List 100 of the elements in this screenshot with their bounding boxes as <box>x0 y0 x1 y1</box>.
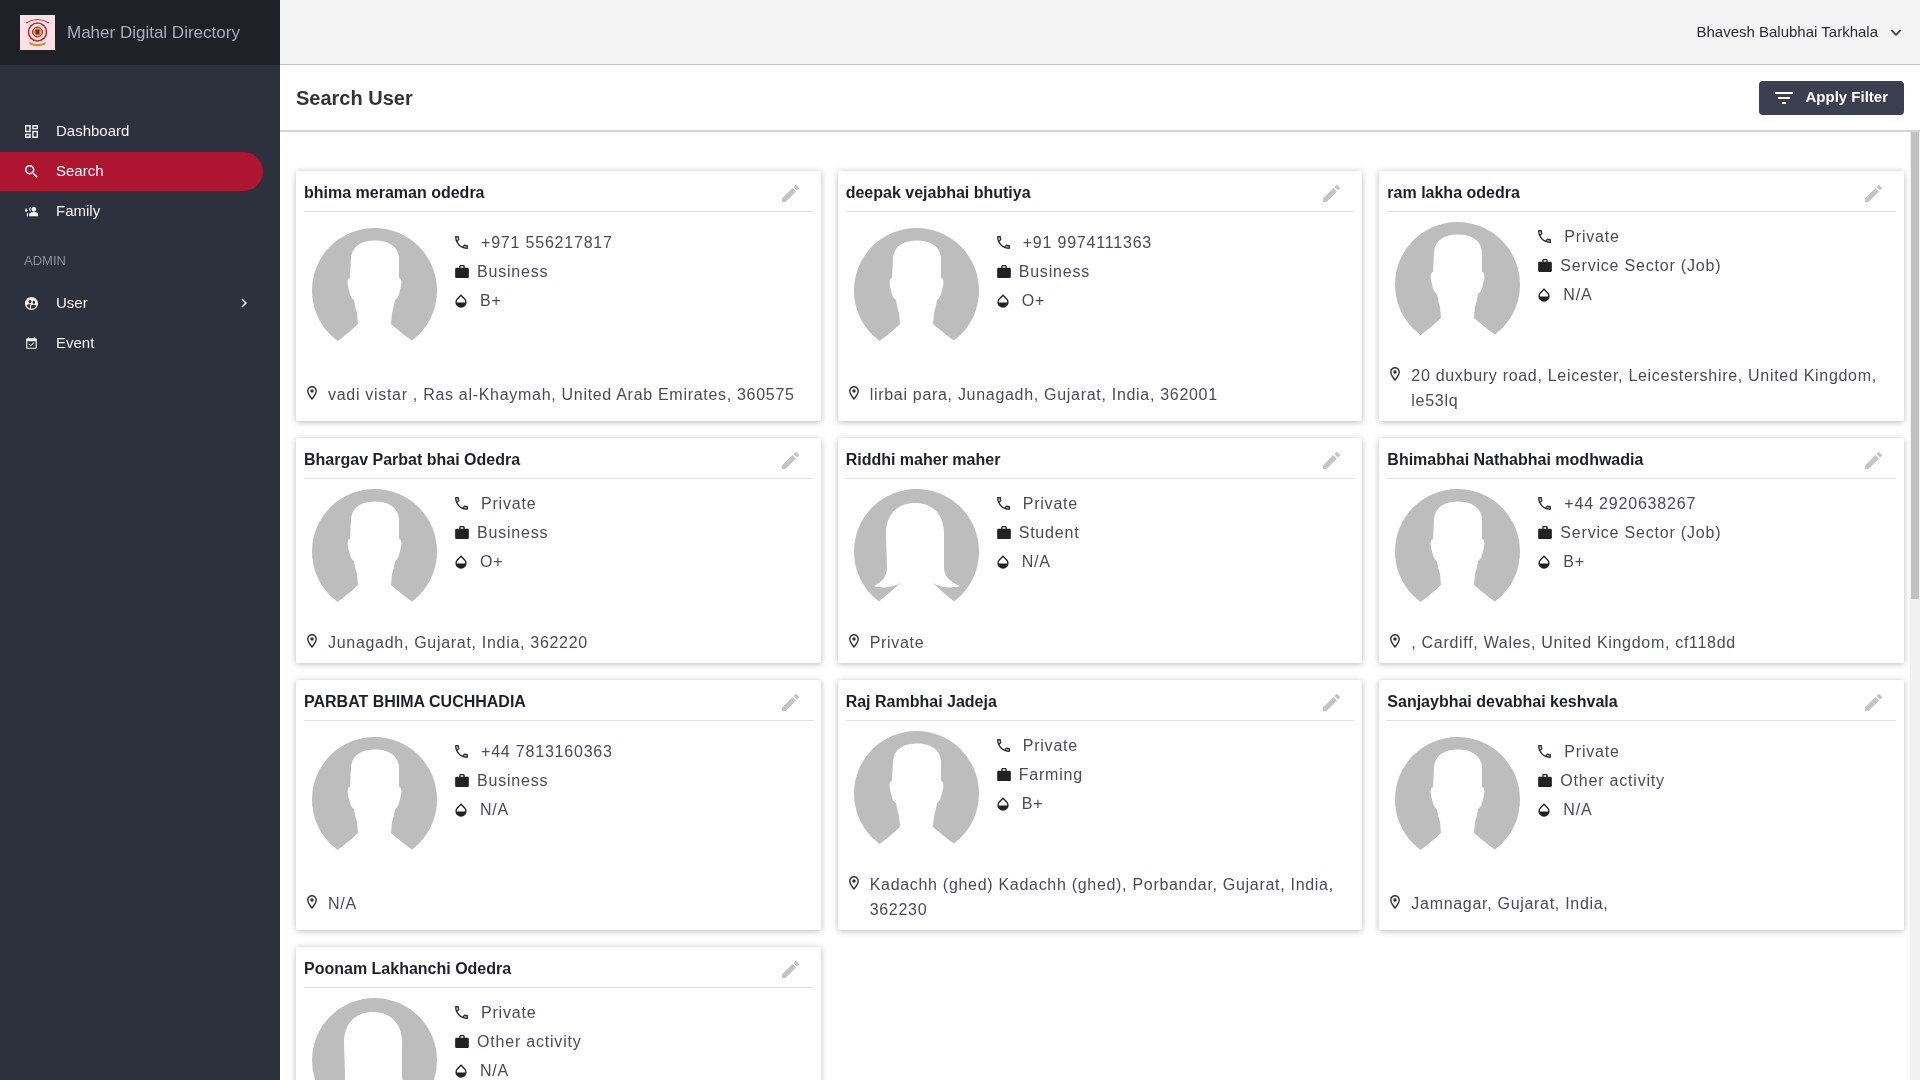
location-pin-icon <box>1390 894 1401 909</box>
nav-item[interactable]: User <box>0 283 263 323</box>
phone-icon <box>455 497 468 510</box>
phone-icon <box>455 1006 468 1019</box>
occupation-text: Business <box>477 522 549 543</box>
address-text: N/A <box>328 893 357 914</box>
pencil-icon[interactable] <box>1323 451 1341 469</box>
search-icon <box>25 164 38 178</box>
phone-icon <box>996 236 1010 250</box>
address-text: 20 duxbury road, Leicester, Leicestershire, United Kingdom, le53lq <box>1411 366 1878 411</box>
add-people-icon <box>25 204 38 218</box>
briefcase-icon <box>996 526 1011 539</box>
nav-item[interactable]: Search <box>0 151 263 191</box>
pencil-icon[interactable] <box>781 960 799 978</box>
scrollbar-thumb[interactable] <box>1911 132 1919 599</box>
briefcase-icon <box>455 265 469 279</box>
pencil-icon[interactable] <box>1323 184 1341 202</box>
member-name: Sanjaybhai devabhai keshvala <box>1387 692 1618 712</box>
pencil-icon[interactable] <box>1865 693 1882 711</box>
briefcase-icon <box>996 768 1011 781</box>
occupation-text: Farming <box>1018 764 1083 785</box>
drop-icon <box>1538 287 1551 302</box>
nav-item[interactable]: Dashboard <box>0 111 263 151</box>
phone-text: Private <box>1563 741 1620 762</box>
phone-text: +91 9974111363 <box>1021 232 1153 253</box>
member-name: ram lakha odedra <box>1387 183 1520 203</box>
page-title: Search User <box>296 85 413 111</box>
location-pin-icon <box>307 894 317 909</box>
blood-group-text: N/A <box>479 1060 510 1080</box>
occupation-text: Student <box>1018 522 1080 543</box>
drop-icon <box>996 796 1009 811</box>
location-pin-icon <box>848 876 859 890</box>
pencil-icon[interactable] <box>1865 184 1882 202</box>
calendar-check-icon <box>25 336 38 350</box>
occupation-text: Service Sector (Job) <box>1560 522 1722 543</box>
briefcase-icon <box>1538 526 1553 539</box>
nav-item[interactable]: Family <box>0 191 263 231</box>
location-pin-icon <box>307 634 317 648</box>
member-name: Poonam Lakhanchi Odedra <box>304 959 512 979</box>
drop-icon <box>996 554 1009 569</box>
phone-text: Private <box>1021 735 1079 756</box>
member-name: Bhimabhai Nathabhai modhwadia <box>1387 450 1644 470</box>
blood-group-text: N/A <box>1562 284 1593 305</box>
pencil-icon[interactable] <box>1865 451 1882 469</box>
occupation-text: Business <box>1018 261 1090 282</box>
address-text: , Cardiff, Wales, United Kingdom, cf118dd <box>1411 633 1736 653</box>
address-text: Private <box>869 633 925 653</box>
occupation-text: Service Sector (Job) <box>1560 255 1722 276</box>
address-text: vadi vistar , Ras al-Khaymah, United Arab Emirates, 360575 <box>328 384 795 405</box>
drop-icon <box>1538 554 1551 569</box>
location-pin-icon <box>848 634 859 648</box>
phone-icon <box>1538 745 1552 759</box>
briefcase-icon <box>1538 774 1553 788</box>
user-menu[interactable]: Bhavesh Balubhai Tarkhala <box>1696 20 1901 44</box>
drop-icon <box>455 802 467 817</box>
member-name: Raj Rambhai Jadeja <box>845 692 997 712</box>
location-pin-icon <box>848 385 859 400</box>
phone-text: Private <box>1021 493 1079 514</box>
pencil-icon[interactable] <box>781 451 799 469</box>
location-pin-icon <box>1390 634 1401 648</box>
pencil-icon[interactable] <box>1323 693 1341 711</box>
phone-text: +44 2920638267 <box>1563 493 1697 514</box>
drop-icon <box>455 293 467 308</box>
member-name: PARBAT BHIMA CUCHHADIA <box>304 692 526 712</box>
filter-icon <box>1775 91 1794 104</box>
member-name: Bhargav Parbat bhai Odedra <box>304 450 521 470</box>
blood-group-text: B+ <box>479 290 502 311</box>
phone-icon <box>996 497 1010 510</box>
nav-item[interactable]: Event <box>0 323 263 363</box>
phone-icon <box>455 745 468 759</box>
logo-icon <box>20 15 55 50</box>
pencil-icon[interactable] <box>781 184 799 202</box>
blood-group-text: N/A <box>479 799 510 820</box>
blood-group-text: O+ <box>479 551 504 572</box>
member-name: deepak vejabhai bhutiya <box>845 183 1031 203</box>
briefcase-icon <box>455 1035 469 1048</box>
phone-icon <box>1538 497 1552 510</box>
briefcase-icon <box>1538 259 1553 272</box>
address-text: Junagadh, Gujarat, India, 362220 <box>328 633 588 653</box>
occupation-text: Business <box>477 261 549 282</box>
drop-icon <box>455 554 467 569</box>
occupation-text: Other activity <box>477 1031 582 1052</box>
apply-filter-button[interactable]: Apply Filter <box>1759 80 1904 115</box>
member-name: Riddhi maher maher <box>845 450 1001 470</box>
drop-icon <box>996 293 1009 308</box>
location-pin-icon <box>307 385 317 400</box>
phone-text: Private <box>480 1002 537 1023</box>
address-text: Jamnagar, Gujarat, India, <box>1411 893 1609 914</box>
briefcase-icon <box>455 526 469 539</box>
briefcase-icon <box>455 774 469 788</box>
occupation-text: Business <box>477 770 549 791</box>
blood-group-text: N/A <box>1562 799 1593 820</box>
briefcase-icon <box>996 265 1011 279</box>
dashboard-icon <box>25 124 38 138</box>
pencil-icon[interactable] <box>781 693 799 711</box>
member-name: bhima meraman odedra <box>304 183 485 203</box>
drop-icon <box>1538 802 1551 817</box>
chevron-down-icon <box>1891 28 1901 36</box>
phone-text: +44 7813160363 <box>480 741 613 762</box>
occupation-text: Other activity <box>1560 770 1665 791</box>
